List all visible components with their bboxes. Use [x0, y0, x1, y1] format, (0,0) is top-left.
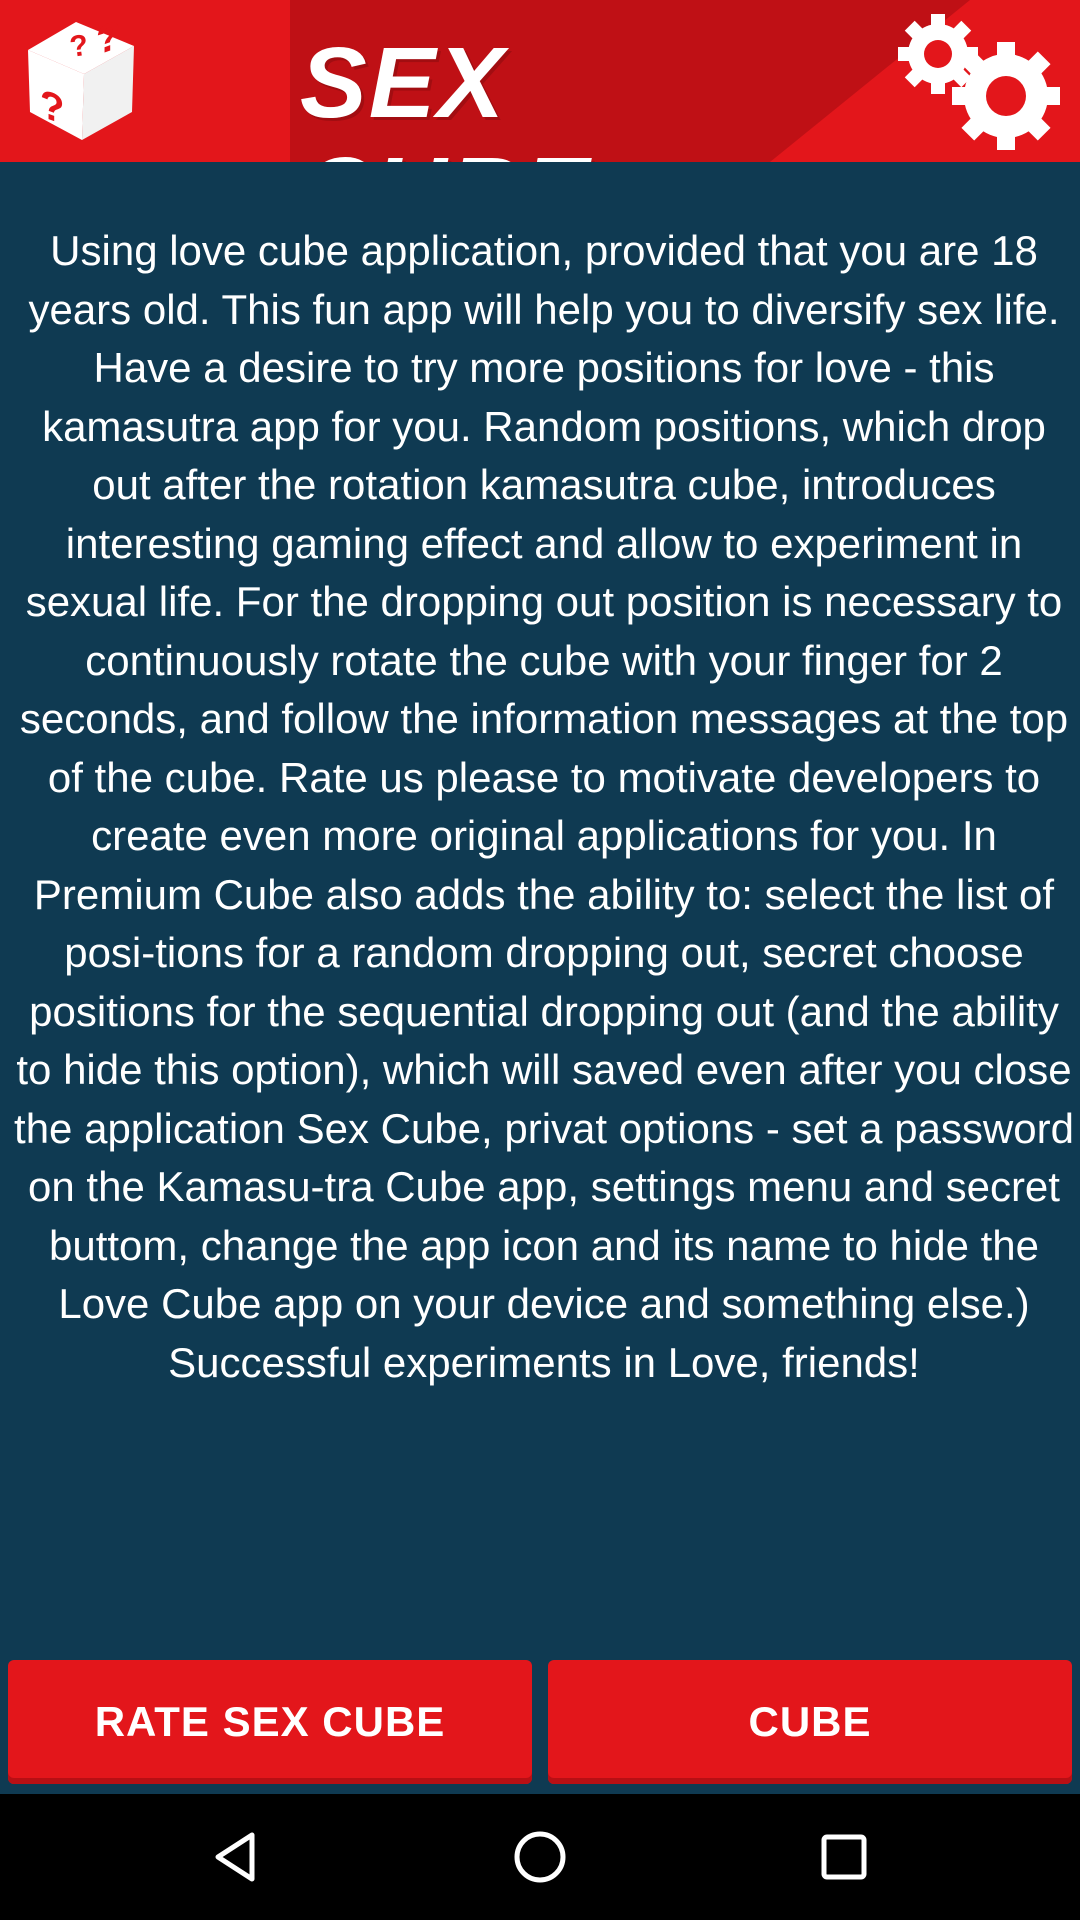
svg-text:?: ? [40, 80, 64, 133]
app-header: ? ? ? SEX CUBE [0, 0, 1080, 162]
android-navigation-bar [0, 1794, 1080, 1920]
app-title: SEX CUBE [300, 27, 589, 162]
home-circle-icon[interactable] [510, 1827, 570, 1887]
recent-square-icon[interactable] [814, 1827, 874, 1887]
svg-text:?: ? [96, 12, 120, 64]
dice-icon[interactable]: ? ? ? [18, 11, 144, 148]
back-triangle-icon[interactable] [206, 1827, 266, 1887]
cube-button[interactable]: CUBE [548, 1660, 1072, 1784]
settings-gear-icon[interactable] [894, 12, 1064, 152]
rate-sex-cube-button[interactable]: RATE SEX CUBE [8, 1660, 532, 1784]
app-description: Using love cube application, provided th… [14, 227, 1074, 1386]
